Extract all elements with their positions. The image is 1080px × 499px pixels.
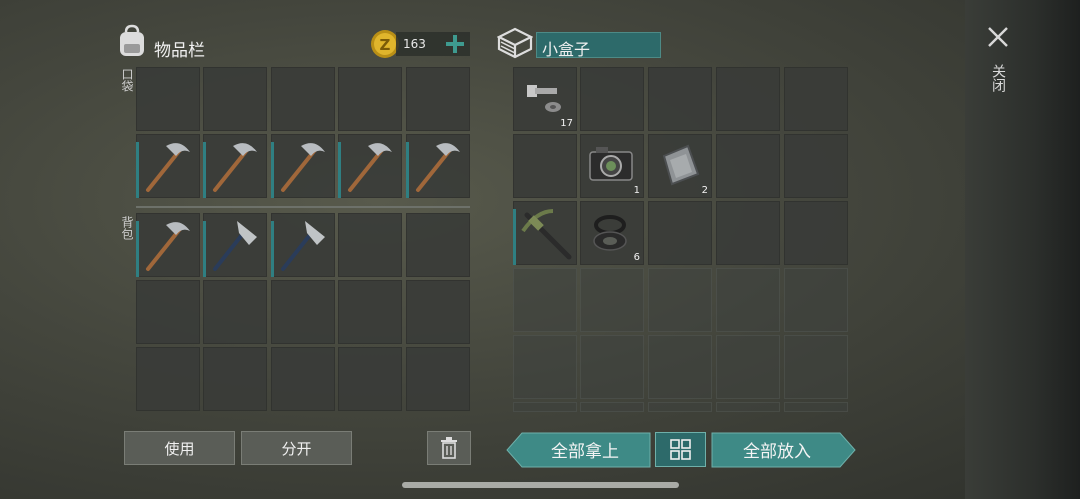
backpack-icon	[120, 24, 144, 56]
pickaxe-icon	[146, 222, 190, 271]
crossbow-icon	[521, 209, 572, 260]
inventory-slot[interactable]	[406, 134, 470, 198]
inventory-slot[interactable]	[203, 134, 267, 198]
inventory-slot[interactable]	[406, 280, 470, 344]
inventory-slot[interactable]	[136, 280, 200, 344]
inventory-slot[interactable]	[203, 213, 267, 277]
item-quantity: 1	[633, 185, 640, 196]
inventory-slot[interactable]	[406, 213, 470, 277]
pickaxe-icon	[348, 143, 392, 192]
locked-slot	[784, 402, 848, 412]
container-slot[interactable]	[784, 67, 848, 131]
inventory-slot[interactable]	[136, 213, 200, 277]
locked-slot	[648, 268, 712, 332]
inventory-slot[interactable]	[203, 67, 267, 131]
section-divider	[136, 206, 470, 208]
inventory-slot[interactable]	[271, 134, 335, 198]
inventory-slot[interactable]	[271, 280, 335, 344]
inventory-slot[interactable]	[271, 347, 335, 411]
item-quantity: 17	[560, 118, 573, 129]
locked-slot	[716, 335, 780, 399]
locked-slot	[716, 402, 780, 412]
container-slot[interactable]	[648, 201, 712, 265]
container-slot[interactable]	[580, 67, 644, 131]
locked-slot	[648, 335, 712, 399]
container-slot[interactable]	[648, 67, 712, 131]
inventory-slot[interactable]	[136, 347, 200, 411]
close-label[interactable]: 关闭	[990, 64, 1006, 92]
pickaxe-icon	[416, 143, 460, 192]
container-slot[interactable]: 1	[580, 134, 644, 198]
inventory-slot[interactable]	[338, 280, 402, 344]
container-slot[interactable]	[784, 134, 848, 198]
inventory-slot[interactable]	[406, 67, 470, 131]
trash-icon	[441, 437, 457, 459]
container-slot[interactable]	[716, 201, 780, 265]
container-slot[interactable]: 17	[513, 67, 577, 131]
locked-slot	[716, 268, 780, 332]
inventory-slot[interactable]	[338, 67, 402, 131]
pickaxe-icon	[281, 143, 325, 192]
container-slot[interactable]	[513, 134, 577, 198]
container-slot[interactable]	[784, 201, 848, 265]
pickaxe-icon	[146, 143, 190, 192]
locked-slot	[580, 402, 644, 412]
svg-text:Z: Z	[380, 36, 391, 54]
inventory-slot[interactable]	[203, 347, 267, 411]
item-quantity: 2	[701, 185, 708, 196]
container-name: 小盒子	[542, 40, 591, 59]
item-quantity: 6	[633, 252, 640, 263]
side-panel	[965, 0, 1080, 499]
container-slot[interactable]: 6	[580, 201, 644, 265]
delete-button[interactable]	[427, 431, 471, 465]
home-indicator[interactable]	[402, 482, 679, 488]
container-slot[interactable]	[513, 201, 577, 265]
close-icon[interactable]	[986, 25, 1010, 49]
inventory-slot[interactable]	[338, 213, 402, 277]
container-slot[interactable]	[716, 134, 780, 198]
sort-button[interactable]	[655, 432, 706, 467]
use-button[interactable]: 使用	[124, 431, 235, 465]
add-currency-icon[interactable]	[444, 33, 466, 55]
inventory-slot[interactable]	[136, 134, 200, 198]
inventory-slot[interactable]	[271, 213, 335, 277]
inventory-slot[interactable]	[406, 347, 470, 411]
put-all-button[interactable]: 全部放入	[711, 432, 843, 466]
locked-slot	[513, 268, 577, 332]
backpack-label: 背包	[120, 216, 134, 240]
container-slot[interactable]	[716, 67, 780, 131]
axe-icon	[281, 221, 325, 271]
locked-slot	[513, 335, 577, 399]
pickaxe-icon	[213, 143, 257, 192]
split-button[interactable]: 分开	[241, 431, 352, 465]
locked-slot	[784, 268, 848, 332]
take-all-button[interactable]: 全部拿上	[520, 432, 650, 466]
locked-slot	[513, 402, 577, 412]
inventory-slot[interactable]	[338, 134, 402, 198]
locked-slot	[784, 335, 848, 399]
axe-icon	[213, 221, 257, 271]
inventory-slot[interactable]	[136, 67, 200, 131]
inventory-slot[interactable]	[338, 347, 402, 411]
locked-slot	[580, 268, 644, 332]
inventory-slot[interactable]	[271, 67, 335, 131]
currency-amount: 163	[403, 37, 426, 51]
pocket-label: 口袋	[120, 68, 134, 92]
inventory-title: 物品栏	[154, 41, 205, 61]
locked-slot	[648, 402, 712, 412]
inventory-slot[interactable]	[203, 280, 267, 344]
grid-sort-icon	[670, 439, 691, 460]
box-icon	[497, 27, 533, 59]
container-slot[interactable]: 2	[648, 134, 712, 198]
locked-slot	[580, 335, 644, 399]
